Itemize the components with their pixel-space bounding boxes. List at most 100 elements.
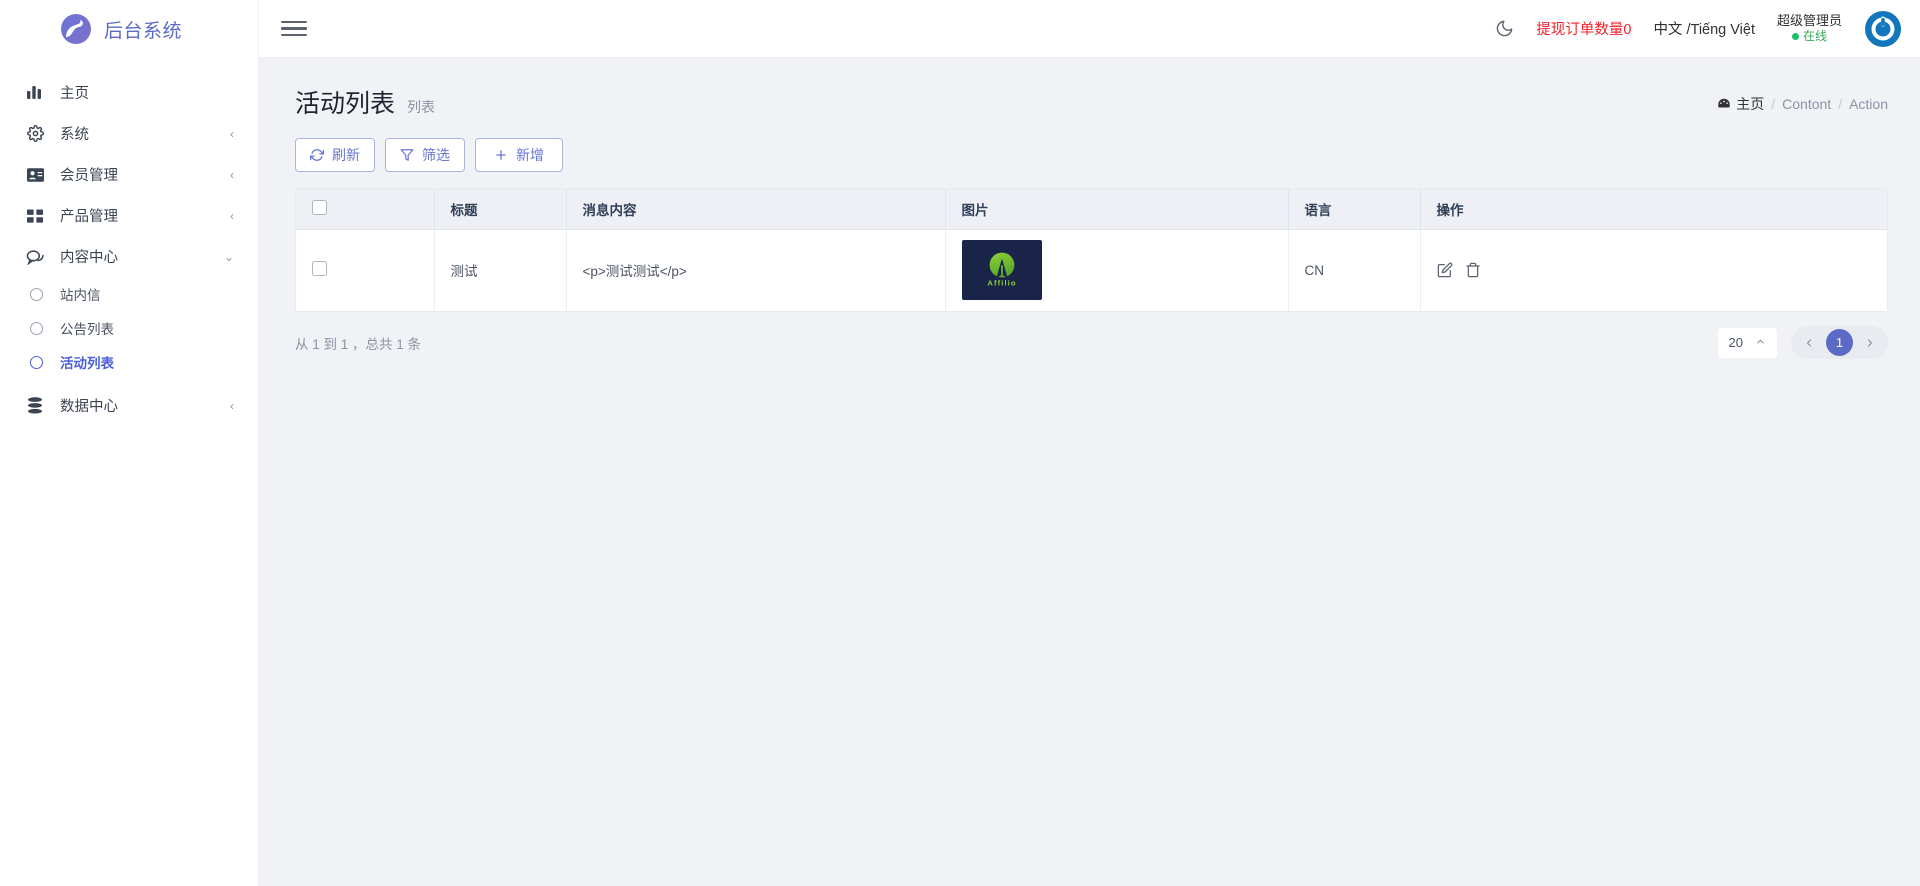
chevron-up-icon	[1755, 336, 1766, 350]
breadcrumb-home-label: 主页	[1736, 96, 1765, 112]
circle-icon	[30, 321, 43, 335]
sidebar-item-products[interactable]: 产品管理 ‹	[0, 195, 258, 236]
chevron-left-icon: ‹	[230, 126, 234, 141]
page-header: 活动列表 列表 主页 / Contont / Action	[295, 84, 1888, 120]
sidebar-item-members[interactable]: 会员管理 ‹	[0, 154, 258, 195]
avatar[interactable]	[1864, 10, 1902, 48]
table-header-row: 标题 消息内容 图片 语言 操作	[296, 189, 1887, 230]
id-card-icon	[24, 167, 46, 183]
circle-icon	[30, 287, 43, 301]
brand[interactable]: 后台系统	[0, 0, 258, 58]
hamburger-icon[interactable]	[281, 16, 307, 42]
breadcrumb-home[interactable]: 主页	[1717, 94, 1764, 114]
topbar: 提现订单数量0 中文 /Tiếng Việt 超级管理员 在线	[259, 0, 1920, 58]
cell-actions	[1420, 229, 1887, 311]
page-size-select[interactable]: 20	[1717, 327, 1777, 358]
sidebar-subitem-label: 活动列表	[60, 356, 114, 371]
activities-table: 标题 消息内容 图片 语言 操作 测试 <p>测试测试</p> Affilio …	[296, 189, 1887, 311]
column-title[interactable]: 标题	[434, 189, 567, 230]
brand-title: 后台系统	[104, 20, 183, 42]
total-records-text: 从 1 到 1 ，总共 1 条	[295, 336, 422, 352]
sidebar-item-label: 系统	[60, 127, 89, 143]
sidebar-item-home[interactable]: 主页	[0, 72, 258, 113]
breadcrumb-item-contont[interactable]: Contont	[1782, 96, 1831, 112]
cell-image: Affilio	[945, 229, 1289, 311]
row-select-cell	[296, 229, 435, 311]
page-number-1[interactable]: 1	[1826, 329, 1853, 356]
sidebar-subitem-activities[interactable]: 活动列表	[0, 345, 258, 379]
chevron-left-icon[interactable]	[1796, 330, 1822, 356]
table-head: 标题 消息内容 图片 语言 操作	[296, 189, 1887, 230]
language-switch[interactable]: 中文 /Tiếng Việt	[1653, 18, 1755, 39]
gear-icon	[24, 125, 46, 142]
column-select-all	[296, 189, 435, 230]
sidebar-item-content-center[interactable]: 内容中心 ⌄	[0, 236, 258, 277]
refresh-button-label: 刷新	[332, 147, 360, 163]
chevron-left-icon: ‹	[230, 398, 234, 413]
sidebar-item-label: 产品管理	[60, 209, 118, 225]
page-content: 活动列表 列表 主页 / Contont / Action 刷新 筛选 新增 标…	[259, 58, 1920, 886]
sidebar-subitem-announcements[interactable]: 公告列表	[0, 311, 258, 345]
pagination-controls: 20 1	[1717, 326, 1888, 359]
column-language[interactable]: 语言	[1288, 189, 1421, 230]
withdraw-order-count[interactable]: 提现订单数量0	[1536, 18, 1631, 39]
breadcrumb-separator: /	[1838, 96, 1843, 112]
moon-icon[interactable]	[1495, 19, 1514, 38]
sidebar-item-system[interactable]: 系统 ‹	[0, 113, 258, 154]
add-button[interactable]: 新增	[475, 138, 563, 172]
main-area: 提现订单数量0 中文 /Tiếng Việt 超级管理员 在线 活动列表 列表 …	[259, 0, 1920, 886]
pager: 1	[1791, 326, 1888, 359]
row-action-group	[1437, 262, 1872, 278]
sidebar-item-data-center[interactable]: 数据中心 ‹	[0, 385, 258, 426]
breadcrumb-item-action[interactable]: Action	[1849, 96, 1888, 112]
svg-text:Affilio: Affilio	[987, 279, 1016, 288]
column-image[interactable]: 图片	[945, 189, 1289, 230]
edit-icon[interactable]	[1437, 262, 1453, 278]
table-row[interactable]: 测试 <p>测试测试</p> Affilio CN	[296, 229, 1887, 311]
status-badge: 在线	[1791, 29, 1827, 44]
circle-icon	[30, 355, 43, 369]
topbar-right: 提现订单数量0 中文 /Tiếng Việt 超级管理员 在线	[1495, 10, 1902, 48]
page-title: 活动列表	[295, 90, 396, 118]
chat-bubble-icon	[24, 249, 46, 265]
cell-title: 测试	[434, 229, 567, 311]
plus-icon	[494, 148, 508, 162]
cell-language: CN	[1288, 229, 1421, 311]
sidebar-item-label: 内容中心	[60, 250, 118, 266]
page-subtitle: 列表	[407, 99, 436, 115]
column-actions[interactable]: 操作	[1420, 189, 1887, 230]
chevron-right-icon[interactable]	[1857, 330, 1883, 356]
chevron-left-icon: ‹	[230, 208, 234, 223]
table-body: 测试 <p>测试测试</p> Affilio CN	[296, 229, 1887, 311]
sidebar-item-label: 数据中心	[60, 399, 118, 415]
refresh-button[interactable]: 刷新	[295, 138, 375, 172]
online-dot-icon	[1791, 33, 1799, 41]
user-info[interactable]: 超级管理员 在线	[1777, 13, 1842, 44]
grid-icon	[24, 208, 46, 224]
select-all-checkbox[interactable]	[312, 199, 327, 215]
sidebar-subitem-inbox[interactable]: 站内信	[0, 277, 258, 311]
sidebar-item-label: 会员管理	[60, 168, 118, 184]
table-card: 标题 消息内容 图片 语言 操作 测试 <p>测试测试</p> Affilio …	[295, 188, 1888, 312]
breadcrumb: 主页 / Contont / Action	[1717, 84, 1888, 114]
chevron-left-icon: ‹	[230, 167, 234, 182]
status-label: 在线	[1802, 29, 1827, 44]
sidebar-nav: 主页 系统 ‹ 会员管理 ‹ 产品管理 ‹ 内容中心 ⌄ 站内信 公告列表 活动…	[0, 58, 258, 426]
sidebar: 后台系统 主页 系统 ‹ 会员管理 ‹ 产品管理 ‹ 内容中心 ⌄ 站内信 公告…	[0, 0, 259, 886]
activity-thumbnail[interactable]: Affilio	[961, 240, 1042, 301]
database-icon	[24, 397, 46, 414]
refresh-icon	[310, 148, 324, 162]
funnel-icon	[400, 148, 414, 162]
filter-button[interactable]: 筛选	[385, 138, 465, 172]
affilio-logo-icon: Affilio	[987, 252, 1016, 288]
user-name: 超级管理员	[1776, 12, 1842, 28]
dashboard-icon	[1718, 98, 1730, 108]
column-message[interactable]: 消息内容	[566, 189, 946, 230]
delete-icon[interactable]	[1465, 262, 1481, 278]
swoosh-circle-logo	[60, 13, 92, 45]
sidebar-subitem-label: 站内信	[60, 288, 101, 303]
toolbar: 刷新 筛选 新增	[295, 138, 1888, 172]
row-checkbox[interactable]	[312, 261, 327, 277]
cell-message: <p>测试测试</p>	[566, 229, 946, 311]
breadcrumb-separator: /	[1771, 96, 1776, 112]
